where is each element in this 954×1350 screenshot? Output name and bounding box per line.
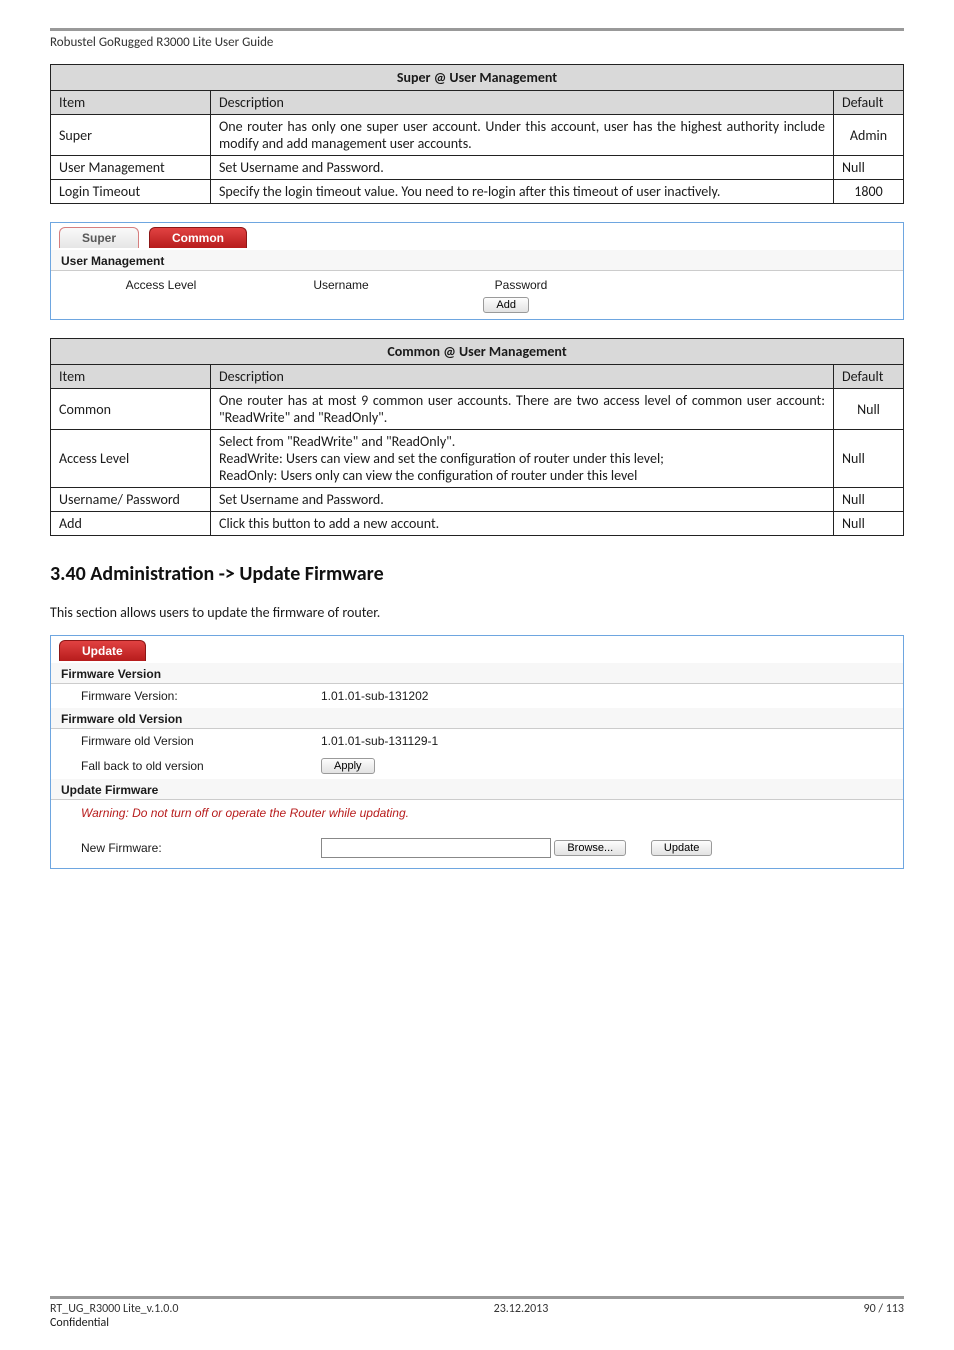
tab-update[interactable]: Update xyxy=(59,640,146,661)
cell-desc: Click this button to add a new account. xyxy=(211,512,834,536)
footer-date: 23.12.2013 xyxy=(494,1302,549,1316)
desc-line: ReadOnly: Users only can view the config… xyxy=(219,467,825,484)
update-warning: Warning: Do not turn off or operate the … xyxy=(51,800,903,822)
col-desc: Description xyxy=(211,91,834,115)
header-access-level: Access Level xyxy=(71,275,251,295)
cell-def: Null xyxy=(834,389,904,430)
doc-header: Robustel GoRugged R3000 Lite User Guide xyxy=(50,35,904,50)
firmware-file-input[interactable] xyxy=(321,838,551,858)
col-default: Default xyxy=(834,91,904,115)
cell-def: 1800 xyxy=(834,180,904,204)
cell-def: Null xyxy=(834,430,904,488)
firmware-version-value: 1.01.01-sub-131202 xyxy=(321,689,428,703)
section-firmware-old-version: Firmware old Version xyxy=(51,708,903,729)
footer-page: 90 / 113 xyxy=(864,1302,904,1316)
page-footer: RT_UG_R3000 Lite_v.1.0.0 23.12.2013 90 /… xyxy=(50,1296,904,1330)
cell-def: Null xyxy=(834,512,904,536)
desc-line: ReadWrite: Users can view and set the co… xyxy=(219,450,825,467)
firmware-old-version-value: 1.01.01-sub-131129-1 xyxy=(321,734,438,748)
new-firmware-label: New Firmware: xyxy=(81,841,321,855)
apply-button[interactable] xyxy=(321,758,375,774)
cell-item: User Management xyxy=(51,156,211,180)
section-firmware-version: Firmware Version xyxy=(51,663,903,684)
cell-desc: Set Username and Password. xyxy=(211,156,834,180)
table2-title: Common @ User Management xyxy=(51,339,904,365)
tab-common[interactable]: Common xyxy=(149,227,247,248)
cell-item: Login Timeout xyxy=(51,180,211,204)
cell-desc: Set Username and Password. xyxy=(211,488,834,512)
col-item: Item xyxy=(51,91,211,115)
cell-def: Admin xyxy=(834,115,904,156)
section-intro: This section allows users to update the … xyxy=(50,604,904,621)
footer-doc-id: RT_UG_R3000 Lite_v.1.0.0 xyxy=(50,1302,178,1316)
col-default: Default xyxy=(834,365,904,389)
user-management-panel: Super Common User Management Access Leve… xyxy=(50,222,904,320)
header-password: Password xyxy=(431,275,611,295)
cell-def: Null xyxy=(834,156,904,180)
firmware-old-version-label: Firmware old Version xyxy=(81,734,321,748)
col-item: Item xyxy=(51,365,211,389)
cell-item: Super xyxy=(51,115,211,156)
cell-item: Access Level xyxy=(51,430,211,488)
browse-button[interactable] xyxy=(554,840,626,856)
update-firmware-panel: Update Firmware Version Firmware Version… xyxy=(50,635,904,869)
add-button[interactable] xyxy=(483,297,529,313)
cell-item: Common xyxy=(51,389,211,430)
cell-item: Username/ Password xyxy=(51,488,211,512)
desc-line: Select from "ReadWrite" and "ReadOnly". xyxy=(219,433,825,450)
footer-confidential: Confidential xyxy=(50,1316,904,1330)
table1-title: Super @ User Management xyxy=(51,65,904,91)
cell-def: Null xyxy=(834,488,904,512)
update-button[interactable] xyxy=(651,840,712,856)
firmware-version-label: Firmware Version: xyxy=(81,689,321,703)
cell-desc: One router has only one super user accou… xyxy=(211,115,834,156)
cell-desc: One router has at most 9 common user acc… xyxy=(211,389,834,430)
col-desc: Description xyxy=(211,365,834,389)
table-super-user-management: Super @ User Management Item Description… xyxy=(50,64,904,204)
tab-super[interactable]: Super xyxy=(59,227,139,248)
section-user-management: User Management xyxy=(51,250,903,271)
cell-item: Add xyxy=(51,512,211,536)
cell-desc: Select from "ReadWrite" and "ReadOnly". … xyxy=(211,430,834,488)
table-common-user-management: Common @ User Management Item Descriptio… xyxy=(50,338,904,536)
fallback-label: Fall back to old version xyxy=(81,759,321,773)
section-update-firmware: Update Firmware xyxy=(51,779,903,800)
header-username: Username xyxy=(251,275,431,295)
cell-desc: Specify the login timeout value. You nee… xyxy=(211,180,834,204)
section-heading: 3.40 Administration -> Update Firmware xyxy=(50,562,904,586)
